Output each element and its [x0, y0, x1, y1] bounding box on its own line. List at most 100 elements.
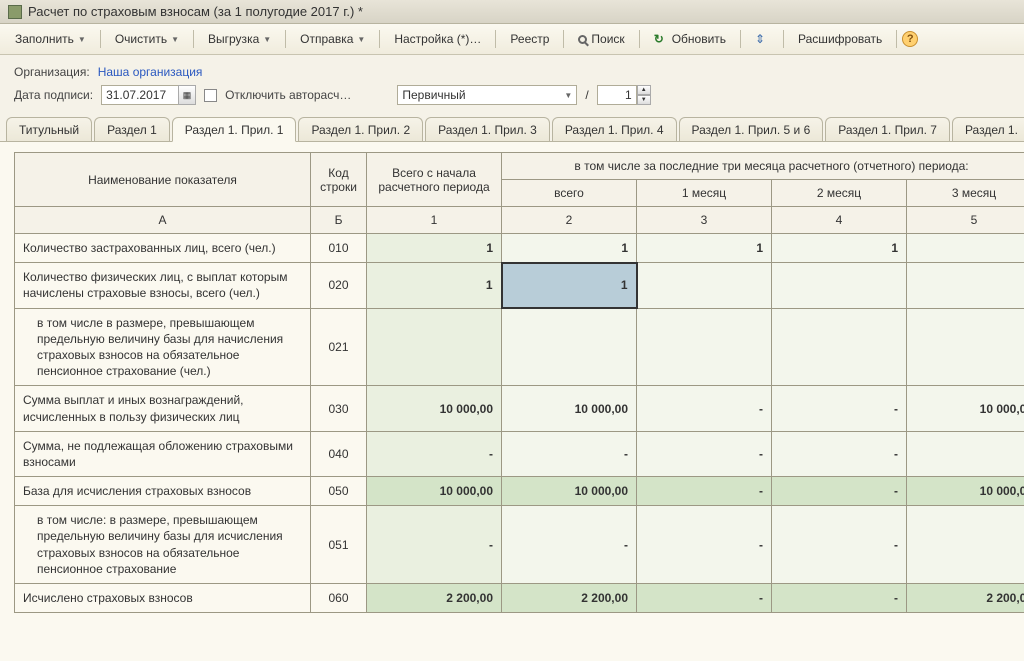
col-a: А [15, 207, 311, 234]
th-m2: 2 месяц [772, 180, 907, 207]
value-cell[interactable] [502, 308, 637, 386]
th-m1: 1 месяц [637, 180, 772, 207]
value-cell[interactable] [637, 263, 772, 308]
th-subtotal: всего [502, 180, 637, 207]
value-cell[interactable]: 10 000,00 [367, 477, 502, 506]
value-cell[interactable]: - [907, 506, 1024, 584]
data-table: Наименование показателя Код строки Всего… [14, 152, 1024, 613]
tab-3[interactable]: Раздел 1. Прил. 2 [298, 117, 423, 141]
value-cell[interactable]: - [367, 431, 502, 476]
value-cell[interactable]: - [907, 431, 1024, 476]
refresh-button[interactable]: ↻Обновить [645, 28, 735, 50]
value-cell[interactable]: - [772, 386, 907, 431]
col-4: 4 [772, 207, 907, 234]
row-label: База для исчисления страховых взносов [15, 477, 311, 506]
value-cell[interactable]: - [772, 584, 907, 613]
value-cell[interactable]: 1 [772, 234, 907, 263]
fill-button[interactable]: Заполнить▼ [6, 28, 95, 50]
window-title: Расчет по страховым взносам (за 1 полуго… [28, 4, 363, 19]
value-cell[interactable]: 10 000,00 [367, 386, 502, 431]
value-cell[interactable]: - [772, 477, 907, 506]
expand-icon: ⇕ [755, 32, 769, 46]
app-icon [8, 5, 22, 19]
tab-5[interactable]: Раздел 1. Прил. 4 [552, 117, 677, 141]
value-cell[interactable]: - [637, 584, 772, 613]
value-cell[interactable]: - [637, 386, 772, 431]
correction-type-select[interactable]: Первичный ▼ [397, 85, 577, 105]
clear-button[interactable]: Очистить▼ [106, 28, 188, 50]
date-picker-button[interactable]: ▦ [178, 85, 196, 105]
row-label: в том числе: в размере, превышающем пред… [15, 506, 311, 584]
org-label: Организация: [14, 65, 90, 79]
value-cell[interactable]: 2 200,00 [367, 584, 502, 613]
send-button[interactable]: Отправка▼ [291, 28, 374, 50]
table-row: Сумма выплат и иных вознаграждений, исчи… [15, 386, 1024, 431]
table-row: Сумма, не подлежащая обложению страховым… [15, 431, 1024, 476]
row-label: Исчислено страховых взносов [15, 584, 311, 613]
value-cell[interactable]: 1 [637, 234, 772, 263]
table-row: База для исчисления страховых взносов050… [15, 477, 1024, 506]
date-input[interactable]: 31.07.2017 [101, 85, 179, 105]
col-2: 2 [502, 207, 637, 234]
th-total: Всего с начала расчетного периода [367, 153, 502, 207]
tab-8[interactable]: Раздел 1. [952, 117, 1024, 141]
disable-autocalc-checkbox[interactable] [204, 89, 217, 102]
value-cell[interactable]: 1 [907, 234, 1024, 263]
row-label: Сумма выплат и иных вознаграждений, исчи… [15, 386, 311, 431]
row-code: 030 [311, 386, 367, 431]
chevron-down-icon: ▼ [171, 35, 179, 44]
value-cell[interactable]: 2 200,00 [907, 584, 1024, 613]
number-spinner[interactable]: ▲▼ [637, 85, 651, 105]
value-cell[interactable] [367, 308, 502, 386]
row-code: 010 [311, 234, 367, 263]
value-cell[interactable]: - [772, 506, 907, 584]
value-cell[interactable]: - [637, 477, 772, 506]
help-icon[interactable]: ? [902, 31, 918, 47]
value-cell[interactable]: - [502, 506, 637, 584]
org-link[interactable]: Наша организация [98, 65, 203, 79]
tab-6[interactable]: Раздел 1. Прил. 5 и 6 [679, 117, 824, 141]
value-cell[interactable]: 1 [502, 263, 637, 308]
value-cell[interactable] [772, 308, 907, 386]
settings-button[interactable]: Настройка (*)… [385, 28, 490, 50]
value-cell[interactable]: 2 200,00 [502, 584, 637, 613]
value-cell[interactable] [907, 308, 1024, 386]
th-name: Наименование показателя [15, 153, 311, 207]
tab-4[interactable]: Раздел 1. Прил. 3 [425, 117, 550, 141]
chevron-down-icon: ▼ [78, 35, 86, 44]
tab-0[interactable]: Титульный [6, 117, 92, 141]
value-cell[interactable]: 10 000,00 [502, 386, 637, 431]
decode-button[interactable]: Расшифровать [789, 28, 891, 50]
table-row: в том числе: в размере, превышающем пред… [15, 506, 1024, 584]
chevron-down-icon: ▼ [564, 91, 572, 100]
tab-1[interactable]: Раздел 1 [94, 117, 170, 141]
title-bar: Расчет по страховым взносам (за 1 полуго… [0, 0, 1024, 24]
value-cell[interactable] [772, 263, 907, 308]
value-cell[interactable]: 10 000,00 [502, 477, 637, 506]
row-code: 020 [311, 263, 367, 308]
value-cell[interactable] [637, 308, 772, 386]
col-b: Б [311, 207, 367, 234]
registry-button[interactable]: Реестр [501, 28, 558, 50]
correction-number-input[interactable]: 1 [597, 85, 637, 105]
export-button[interactable]: Выгрузка▼ [199, 28, 280, 50]
value-cell[interactable]: 1 [502, 234, 637, 263]
value-cell[interactable]: 10 000,00 [907, 477, 1024, 506]
disable-autocalc-label: Отключить авторасч… [225, 88, 351, 102]
value-cell[interactable]: 1 [367, 263, 502, 308]
value-cell[interactable]: 10 000,00 [907, 386, 1024, 431]
value-cell[interactable]: - [637, 431, 772, 476]
chevron-down-icon: ▼ [357, 35, 365, 44]
value-cell[interactable]: - [772, 431, 907, 476]
value-cell[interactable]: 1 [367, 234, 502, 263]
expand-button[interactable]: ⇕ [746, 28, 778, 50]
value-cell[interactable]: 1 [907, 263, 1024, 308]
search-button[interactable]: Поиск [569, 28, 633, 50]
value-cell[interactable]: - [502, 431, 637, 476]
tab-2[interactable]: Раздел 1. Прил. 1 [172, 117, 297, 142]
th-code: Код строки [311, 153, 367, 207]
value-cell[interactable]: - [367, 506, 502, 584]
tab-7[interactable]: Раздел 1. Прил. 7 [825, 117, 950, 141]
row-label: Количество физических лиц, с выплат кото… [15, 263, 311, 308]
value-cell[interactable]: - [637, 506, 772, 584]
